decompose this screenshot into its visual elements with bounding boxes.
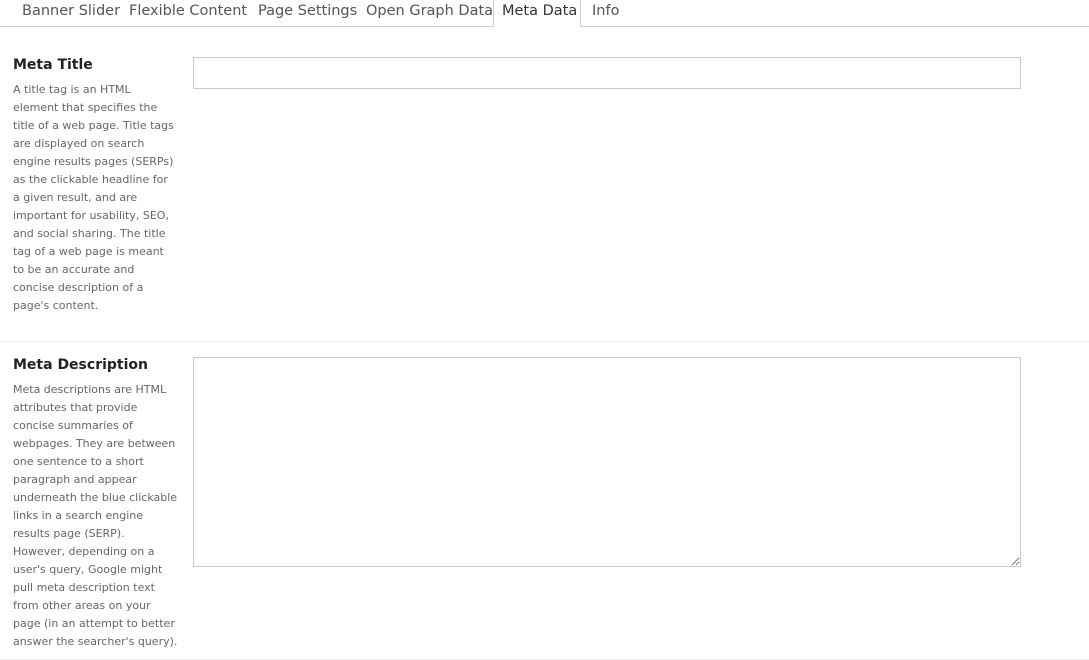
meta-title-help-text: A title tag is an HTML element that spec… [13,83,174,312]
tab-page-settings[interactable]: Page Settings [258,0,357,26]
tab-info[interactable]: Info [592,0,619,26]
tab-banner-slider[interactable]: Banner Slider [22,0,120,26]
tab-meta-data[interactable]: Meta Data [493,0,581,27]
meta-title-input[interactable] [193,57,1021,89]
meta-description-label: Meta Description [13,357,148,373]
field-divider [0,341,1089,342]
meta-description-help-text: Meta descriptions are HTML attributes th… [13,383,178,648]
tab-flexible-content[interactable]: Flexible Content [129,0,247,26]
tab-bar: Banner Slider Flexible Content Page Sett… [0,0,1089,27]
tab-open-graph-data[interactable]: Open Graph Data [366,0,493,26]
meta-title-label: Meta Title [13,57,93,73]
meta-description-textarea[interactable] [193,357,1021,567]
